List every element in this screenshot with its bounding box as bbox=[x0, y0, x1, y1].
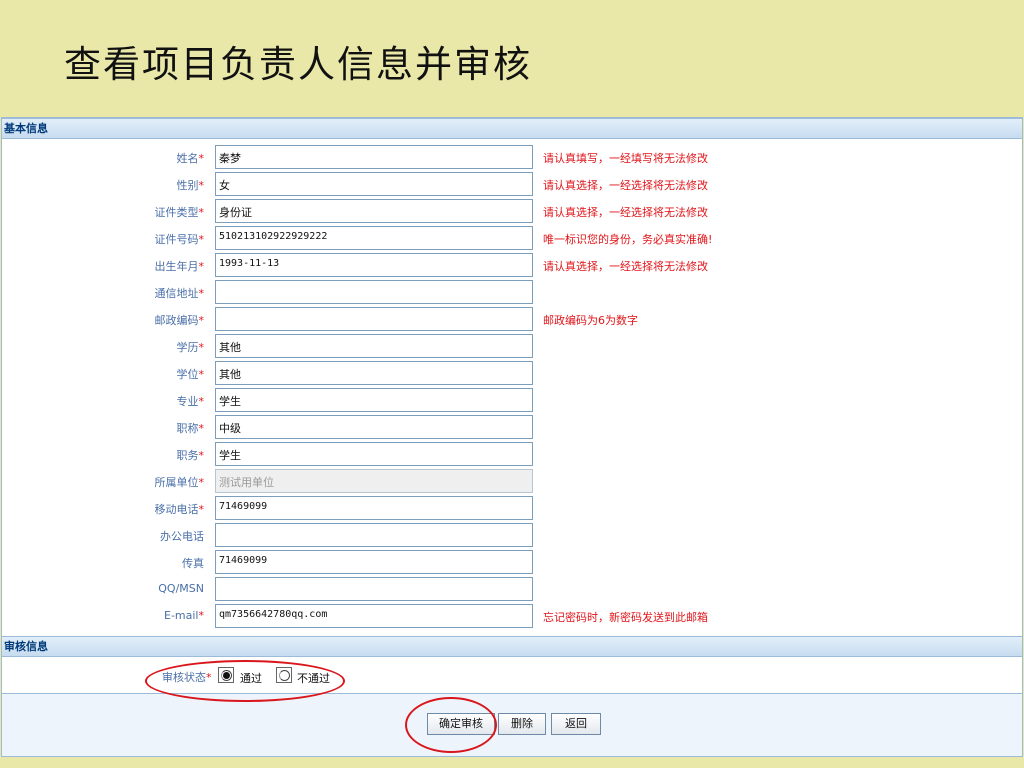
field-row-degree: 学位* 其他 bbox=[2, 359, 1022, 386]
field-row-name: 姓名* 秦梦 请认真填写，一经填写将无法修改 bbox=[2, 143, 1022, 170]
field-hint: 邮政编码为6为数字 bbox=[543, 314, 638, 327]
required-mark: * bbox=[198, 609, 205, 622]
field-row-fax: 传真 71469099 bbox=[2, 548, 1022, 575]
delete-button[interactable]: 删除 bbox=[498, 713, 546, 735]
name-input[interactable]: 秦梦 bbox=[215, 145, 533, 169]
professional-title-input[interactable]: 中级 bbox=[215, 415, 533, 439]
field-row-organization: 所属单位* 测试用单位 bbox=[2, 467, 1022, 494]
required-mark: * bbox=[198, 179, 205, 192]
field-label: 出生年月 bbox=[154, 260, 199, 273]
gender-input[interactable]: 女 bbox=[215, 172, 533, 196]
field-label: 性别 bbox=[176, 179, 199, 192]
required-mark: * bbox=[198, 368, 205, 381]
confirm-audit-button[interactable]: 确定审核 bbox=[427, 713, 495, 735]
field-label: 证件类型 bbox=[154, 206, 199, 219]
basic-info-form: 姓名* 秦梦 请认真填写，一经填写将无法修改 性别* 女 请认真选择，一经选择将… bbox=[2, 139, 1022, 636]
required-mark: * bbox=[198, 449, 205, 462]
id-number-input[interactable]: 510213102922929222 bbox=[215, 226, 533, 250]
field-label: E-mail bbox=[164, 609, 199, 622]
field-row-gender: 性别* 女 请认真选择，一经选择将无法修改 bbox=[2, 170, 1022, 197]
field-row-position: 职务* 学生 bbox=[2, 440, 1022, 467]
office-phone-input[interactable] bbox=[215, 523, 533, 547]
field-hint: 请认真填写，一经填写将无法修改 bbox=[543, 152, 708, 165]
field-label: 证件号码 bbox=[154, 233, 199, 246]
required-mark: * bbox=[198, 287, 205, 300]
field-row-address: 通信地址* bbox=[2, 278, 1022, 305]
radio-approve[interactable] bbox=[218, 667, 234, 683]
postcode-input[interactable] bbox=[215, 307, 533, 331]
required-mark: * bbox=[198, 206, 205, 219]
field-label: 办公电话 bbox=[160, 530, 204, 543]
field-label: 所属单位 bbox=[154, 476, 199, 489]
field-label: QQ/MSN bbox=[158, 582, 204, 595]
field-label: 职称 bbox=[176, 422, 199, 435]
field-row-id-number: 证件号码* 510213102922929222 唯一标识您的身份，务必真实准确… bbox=[2, 224, 1022, 251]
field-row-mobile: 移动电话* 71469099 bbox=[2, 494, 1022, 521]
bottom-stripe bbox=[0, 757, 1024, 768]
field-label: 学位 bbox=[176, 368, 199, 381]
required-mark: * bbox=[198, 476, 205, 489]
field-hint: 请认真选择，一经选择将无法修改 bbox=[543, 179, 708, 192]
section-header-audit: 审核信息 bbox=[2, 636, 1022, 657]
radio-reject-label[interactable]: 不通过 bbox=[297, 670, 330, 686]
field-label: 姓名 bbox=[176, 152, 199, 165]
field-label: 通信地址 bbox=[154, 287, 199, 300]
mobile-phone-input[interactable]: 71469099 bbox=[215, 496, 533, 520]
address-input[interactable] bbox=[215, 280, 533, 304]
field-label: 学历 bbox=[176, 341, 199, 354]
radio-ring-icon bbox=[279, 670, 290, 681]
field-hint: 请认真选择，一经选择将无法修改 bbox=[543, 260, 708, 273]
position-input[interactable]: 学生 bbox=[215, 442, 533, 466]
page-title: 查看项目负责人信息并审核 bbox=[64, 43, 532, 86]
field-row-qq-msn: QQ/MSN bbox=[2, 575, 1022, 602]
field-hint: 唯一标识您的身份，务必真实准确! bbox=[543, 233, 713, 246]
field-row-email: E-mail* qm7356642780qq.com 忘记密码时，新密码发送到此… bbox=[2, 602, 1022, 629]
radio-reject[interactable] bbox=[276, 667, 292, 683]
field-row-education: 学历* 其他 bbox=[2, 332, 1022, 359]
field-label: 专业 bbox=[176, 395, 199, 408]
education-input[interactable]: 其他 bbox=[215, 334, 533, 358]
audit-form: 审核状态* 通过 不通过 bbox=[2, 657, 1022, 694]
field-label: 职务 bbox=[176, 449, 199, 462]
required-mark: * bbox=[206, 671, 212, 684]
radio-approve-label[interactable]: 通过 bbox=[240, 670, 262, 686]
back-button[interactable]: 返回 bbox=[551, 713, 601, 735]
field-row-office-phone: 办公电话 bbox=[2, 521, 1022, 548]
field-row-title: 职称* 中级 bbox=[2, 413, 1022, 440]
required-mark: * bbox=[198, 314, 205, 327]
audit-status-label: 审核状态 bbox=[162, 671, 206, 684]
required-mark: * bbox=[198, 503, 205, 516]
field-hint: 请认真选择，一经选择将无法修改 bbox=[543, 206, 708, 219]
field-row-major: 专业* 学生 bbox=[2, 386, 1022, 413]
radio-selected-dot-icon bbox=[223, 672, 230, 679]
fax-input[interactable]: 71469099 bbox=[215, 550, 533, 574]
required-mark: * bbox=[198, 422, 205, 435]
section-header-basic: 基本信息 bbox=[2, 118, 1022, 139]
field-hint: 忘记密码时，新密码发送到此邮箱 bbox=[543, 611, 708, 624]
id-type-input[interactable]: 身份证 bbox=[215, 199, 533, 223]
field-label: 邮政编码 bbox=[154, 314, 199, 327]
field-row-postcode: 邮政编码* 邮政编码为6为数字 bbox=[2, 305, 1022, 332]
required-mark: * bbox=[198, 152, 205, 165]
degree-input[interactable]: 其他 bbox=[215, 361, 533, 385]
field-row-birth-date: 出生年月* 1993-11-13 请认真选择，一经选择将无法修改 bbox=[2, 251, 1022, 278]
field-label: 传真 bbox=[182, 557, 204, 570]
required-mark: * bbox=[198, 395, 205, 408]
form-panel: 基本信息 姓名* 秦梦 请认真填写，一经填写将无法修改 性别* 女 请认真选择，… bbox=[1, 117, 1023, 757]
required-mark: * bbox=[198, 260, 205, 273]
field-row-id-type: 证件类型* 身份证 请认真选择，一经选择将无法修改 bbox=[2, 197, 1022, 224]
qq-msn-input[interactable] bbox=[215, 577, 533, 601]
organization-input: 测试用单位 bbox=[215, 469, 533, 493]
major-input[interactable]: 学生 bbox=[215, 388, 533, 412]
email-input[interactable]: qm7356642780qq.com bbox=[215, 604, 533, 628]
field-label: 移动电话 bbox=[154, 503, 199, 516]
required-mark: * bbox=[198, 341, 205, 354]
birth-date-input[interactable]: 1993-11-13 bbox=[215, 253, 533, 277]
required-mark: * bbox=[198, 233, 205, 246]
